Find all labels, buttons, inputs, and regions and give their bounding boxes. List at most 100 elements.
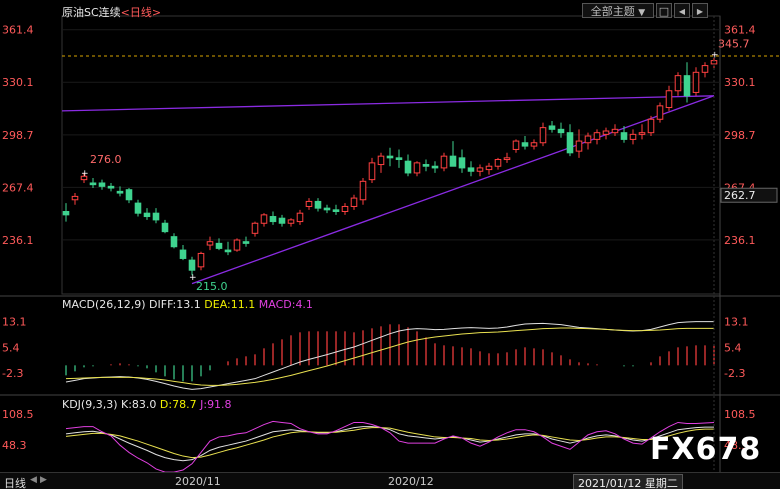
candle-body: [359, 180, 367, 201]
candle-body: [485, 165, 493, 171]
candle-body: [638, 132, 646, 135]
candle-body: [413, 162, 421, 174]
candle-body: [503, 157, 511, 161]
candle-body: [521, 142, 529, 147]
period-bracket-open: <: [120, 6, 130, 19]
price-tick-label-right: 298.7: [724, 129, 756, 142]
candle-body: [260, 214, 268, 224]
candle-body: [539, 127, 547, 144]
candle-body: [476, 167, 484, 172]
candle-body: [89, 182, 97, 186]
bottom-period-label[interactable]: 日线: [4, 475, 26, 489]
candle-body: [206, 241, 214, 246]
price-tick-label-right: 330.1: [724, 76, 756, 89]
price-tick-label-left: 330.1: [2, 76, 34, 89]
candle-body: [224, 249, 232, 253]
candle-body: [323, 207, 331, 211]
candle-body: [548, 125, 556, 130]
candle-body: [269, 216, 277, 223]
chart-canvas[interactable]: 361.4361.4330.1330.1298.7298.7267.4267.4…: [0, 0, 780, 489]
trendline: [61, 95, 715, 112]
macd-title: MACD(26,12,9): [62, 298, 146, 311]
candle-body: [692, 71, 700, 93]
candle-body: [62, 211, 70, 216]
kdj-tick-label-right: 108.5: [724, 408, 756, 421]
macd-tick-label-left: -2.3: [2, 367, 23, 380]
price-tick-label-left: 267.4: [2, 181, 34, 194]
candle-body: [341, 205, 349, 213]
candle-body: [431, 165, 439, 169]
candle-body: [170, 236, 178, 248]
kdj-legend: KDJ(9,3,3) K:83.0 D:78.7 J:91.8: [62, 398, 232, 411]
candle-body: [386, 155, 394, 159]
chart-window: 361.4361.4330.1330.1298.7298.7267.4267.4…: [0, 0, 780, 489]
candle-body: [656, 105, 664, 120]
scroll-left-icon[interactable]: ◀: [30, 475, 37, 485]
candle-body: [395, 157, 403, 161]
candle-body: [305, 200, 313, 207]
price-tick-label-left: 298.7: [2, 129, 34, 142]
kdj-tick-label-left: 108.5: [2, 408, 34, 421]
kdj-d-value: 78.7: [172, 398, 197, 411]
macd-dea-label: DEA:: [204, 298, 231, 311]
candle-body: [188, 259, 196, 271]
trendline: [191, 95, 715, 285]
date-label-dec: 2020/12: [388, 475, 434, 488]
candle-body: [125, 189, 133, 201]
candle-body: [674, 75, 682, 92]
price-tick-label-right: 361.4: [724, 24, 756, 37]
macd-legend: MACD(26,12,9) DIFF:13.1 DEA:11.1 MACD:4.…: [62, 298, 313, 311]
prev-arrow-icon: ◀: [678, 7, 686, 16]
high-annotation-label: 276.0: [90, 153, 122, 166]
kdj-j-line: [65, 420, 715, 473]
candle-body: [602, 130, 610, 135]
macd-diff-value: 13.1: [176, 298, 201, 311]
candle-body: [107, 185, 115, 189]
kdj-k-label: K:: [121, 398, 132, 411]
candle-body: [449, 155, 457, 167]
macd-dea-value: 11.1: [230, 298, 256, 311]
date-label-nov: 2020/11: [175, 475, 221, 488]
macd-tick-label-right: 13.1: [724, 316, 749, 329]
candle-body: [575, 140, 583, 152]
candle-body: [278, 217, 286, 224]
candle-body: [629, 133, 637, 140]
candle-body: [611, 128, 619, 134]
candle-body: [665, 90, 673, 109]
candle-body: [683, 75, 691, 97]
candle-body: [161, 222, 169, 233]
candle-body: [116, 190, 124, 194]
chart-title-bar: 原油SC连续<日线>: [62, 4, 161, 20]
candle-body: [620, 132, 628, 140]
scroll-right-icon[interactable]: ▶: [40, 475, 47, 485]
candle-body: [566, 132, 574, 154]
candle-body: [593, 132, 601, 140]
bottom-bar: 日线 ◀ ▶ 2020/11 2020/12 2021/01/12 星期二: [0, 472, 780, 489]
candle-body: [467, 167, 475, 172]
theme-dropdown[interactable]: 全部主题 ▼: [582, 3, 654, 18]
main-panel-frame: [61, 15, 721, 295]
candle-body: [584, 135, 592, 144]
last-high-annotation-label: 345.7: [718, 38, 750, 51]
low-annotation-label: 215.0: [196, 280, 228, 293]
candle-body: [701, 65, 709, 73]
candle-body: [332, 209, 340, 213]
candle-body: [152, 212, 160, 221]
macd-tick-label-left: 5.4: [2, 341, 20, 354]
fullscreen-icon: □: [658, 5, 670, 18]
candle-body: [404, 160, 412, 174]
candle-body: [287, 219, 295, 224]
candle-body: [512, 140, 520, 150]
period-label[interactable]: 日线: [130, 6, 152, 19]
candle-body: [377, 155, 385, 166]
kdj-j-value: 91.8: [207, 398, 232, 411]
candle-body: [197, 252, 205, 268]
candle-body: [647, 118, 655, 134]
prev-button[interactable]: ◀: [674, 3, 690, 18]
theme-dropdown-label: 全部主题: [590, 5, 635, 18]
fullscreen-button[interactable]: □: [656, 3, 672, 18]
macd-diff-label: DIFF:: [149, 298, 177, 311]
kdj-d-line: [65, 427, 714, 459]
next-button[interactable]: ▶: [692, 3, 708, 18]
candle-body: [71, 195, 79, 201]
